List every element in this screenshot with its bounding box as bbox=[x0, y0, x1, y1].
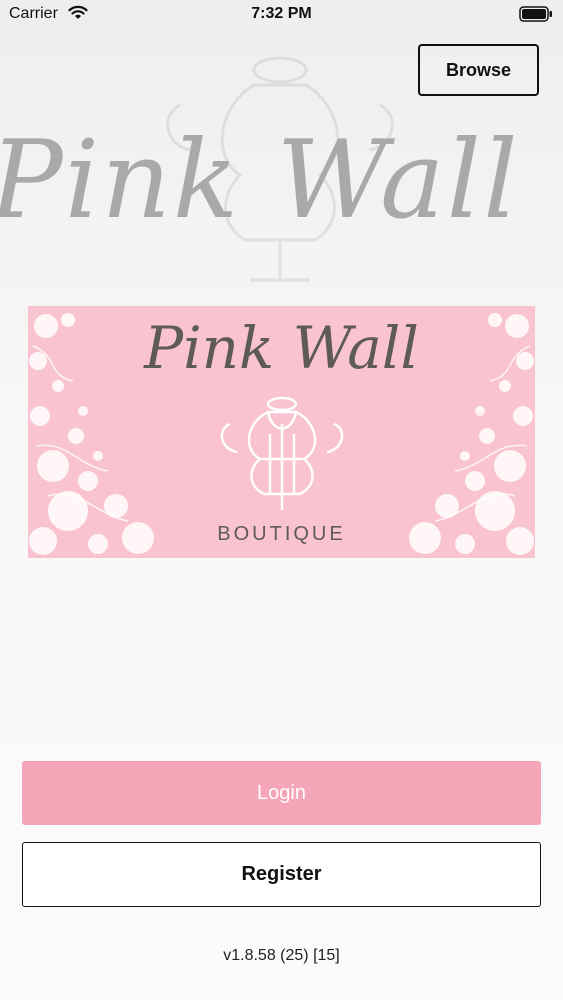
mannequin-icon bbox=[220, 396, 344, 510]
browse-button[interactable]: Browse bbox=[418, 44, 539, 96]
status-time: 7:32 PM bbox=[251, 5, 312, 22]
status-bar: Carrier 7:32 PM bbox=[0, 0, 563, 30]
login-button[interactable]: Login bbox=[22, 761, 541, 825]
logo-banner: Pink Wall BOUTIQUE bbox=[28, 306, 535, 558]
background-wordmark: Pink Wall bbox=[0, 118, 520, 243]
logo-subtitle: BOUTIQUE bbox=[217, 523, 346, 545]
register-button[interactable]: Register bbox=[22, 842, 541, 907]
logo-wordmark: Pink Wall bbox=[144, 314, 419, 382]
version-label: v1.8.58 (25) [15] bbox=[223, 947, 340, 964]
battery-icon bbox=[519, 6, 552, 22]
